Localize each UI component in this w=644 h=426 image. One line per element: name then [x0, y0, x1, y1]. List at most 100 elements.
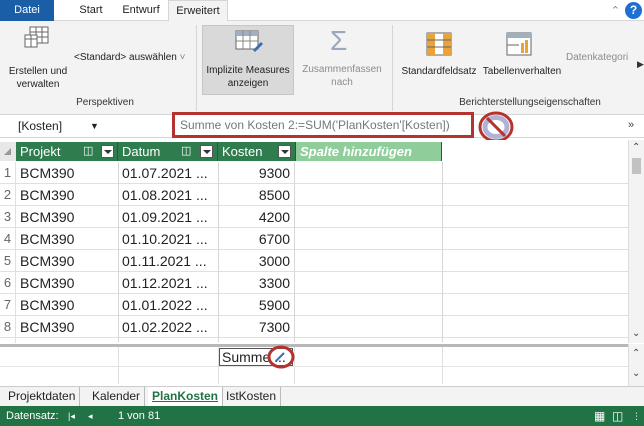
cell-datum[interactable]: 01.02.2022 ...	[118, 316, 218, 338]
summarize-by-label-2: nach	[331, 77, 353, 88]
column-header-kosten[interactable]: Kosten	[218, 142, 296, 161]
scroll-up-icon[interactable]: ⌃	[632, 142, 640, 153]
row-number[interactable]: 7	[0, 294, 16, 316]
cell-projekt[interactable]: BCM390	[16, 250, 118, 272]
cell-empty[interactable]	[294, 250, 628, 272]
row-number[interactable]: 3	[0, 206, 16, 228]
grid-scrollbar[interactable]: ⌃ ⌄	[628, 140, 644, 343]
column-divider	[118, 162, 119, 342]
cell-kosten[interactable]: 7300	[218, 316, 294, 338]
cell-projekt[interactable]: BCM390	[16, 162, 118, 184]
first-record-icon[interactable]: |◂	[68, 406, 75, 426]
name-box-dropdown-icon[interactable]: ▼	[90, 118, 99, 135]
cell-datum[interactable]: 01.01.2022 ...	[118, 294, 218, 316]
ribbon: Erstellen und verwalten <Standard> auswä…	[0, 21, 644, 115]
cell-projekt[interactable]: BCM390	[16, 316, 118, 338]
sheet-tab-istkosten[interactable]: IstKosten	[222, 387, 282, 406]
cell-empty[interactable]	[294, 294, 628, 316]
diagram-view-icon[interactable]: ◫	[612, 406, 623, 426]
cell-empty[interactable]	[294, 184, 628, 206]
cell-empty[interactable]	[294, 206, 628, 228]
cell-projekt[interactable]: BCM390	[16, 272, 118, 294]
tab-file[interactable]: Datei	[0, 0, 54, 21]
ribbon-scroll-right-icon[interactable]: ▶	[637, 59, 644, 70]
column-divider	[442, 347, 443, 384]
formula-input[interactable]: Summe von Kosten 2:=SUM('PlanKosten'[Kos…	[172, 112, 474, 138]
implicit-measures-label-2: anzeigen	[227, 78, 269, 89]
cell-kosten[interactable]: 9300	[218, 162, 294, 184]
implicit-measures-label-1: Implizite Measures	[206, 65, 290, 76]
implicit-measures-icon	[235, 30, 263, 52]
default-field-set-button[interactable]: Standardfeldsatz	[396, 65, 482, 78]
cell-kosten[interactable]: 3300	[218, 272, 294, 294]
cell-datum[interactable]: 01.12.2021 ...	[118, 272, 218, 294]
column-header-datum[interactable]: Datum ◫	[118, 142, 218, 161]
implicit-measures-button[interactable]: Implizite Measures anzeigen	[202, 25, 294, 95]
row-number[interactable]: 5	[0, 250, 16, 272]
row-number[interactable]: 9	[0, 338, 16, 343]
cell-datum[interactable]: 01.03.2022 ...	[118, 338, 218, 343]
cell-projekt[interactable]: BCM390	[16, 184, 118, 206]
cell-projekt[interactable]: BCM390	[16, 338, 118, 343]
grid-view-icon[interactable]: ▦	[594, 406, 605, 426]
cell-empty[interactable]	[294, 228, 628, 250]
column-header-projekt[interactable]: Projekt ◫	[16, 142, 118, 161]
row-number[interactable]: 8	[0, 316, 16, 338]
cell-projekt[interactable]: BCM390	[16, 206, 118, 228]
cell-datum[interactable]: 01.08.2021 ...	[118, 184, 218, 206]
column-header-label: Kosten	[222, 144, 263, 159]
column-divider	[218, 162, 219, 342]
table-behavior-button[interactable]: Tabellenverhalten	[480, 65, 564, 78]
help-icon[interactable]: ?	[625, 2, 642, 19]
cell-kosten[interactable]: 8500	[218, 184, 294, 206]
cell-kosten[interactable]: 6700	[218, 228, 294, 250]
column-divider	[294, 162, 295, 342]
record-position: 1 von 81	[118, 410, 161, 422]
cell-kosten[interactable]: 5900	[218, 294, 294, 316]
scroll-down-icon[interactable]: ⌄	[632, 328, 640, 339]
cell-projekt[interactable]: BCM390	[16, 294, 118, 316]
cell-empty[interactable]	[294, 338, 628, 343]
summarize-by-button[interactable]: Σ Zusammenfassen nach	[300, 25, 384, 95]
add-column-header[interactable]: Spalte hinzufügen	[296, 142, 442, 161]
cell-empty[interactable]	[294, 316, 628, 338]
filter-dropdown-icon[interactable]	[101, 145, 114, 158]
select-all-corner[interactable]	[0, 142, 16, 161]
tab-start[interactable]: Start	[68, 0, 114, 21]
row-number[interactable]: 2	[0, 184, 16, 206]
calc-scrollbar[interactable]: ⌃ ⌄	[628, 344, 644, 386]
collapse-ribbon-icon[interactable]: ⌃	[611, 4, 620, 17]
cell-kosten[interactable]: 3000	[218, 250, 294, 272]
cell-datum[interactable]: 01.11.2021 ...	[118, 250, 218, 272]
row-number[interactable]: 1	[0, 162, 16, 184]
cell-empty[interactable]	[294, 162, 628, 184]
resize-grip-icon[interactable]: ⋮	[632, 406, 641, 426]
tab-design[interactable]: Entwurf	[114, 0, 168, 21]
status-bar: Datensatz: |◂ ◂ 1 von 81 ▦ ◫ ⋮	[0, 406, 644, 426]
expand-formula-icon[interactable]: »	[628, 119, 634, 131]
filter-dropdown-icon[interactable]	[200, 145, 213, 158]
record-label: Datensatz:	[6, 410, 59, 422]
cell-projekt[interactable]: BCM390	[16, 228, 118, 250]
data-category-button[interactable]: Datenkategori	[566, 51, 638, 64]
cell-datum[interactable]: 01.07.2021 ...	[118, 162, 218, 184]
row-number[interactable]: 6	[0, 272, 16, 294]
row-number[interactable]: 4	[0, 228, 16, 250]
cell-empty[interactable]	[294, 272, 628, 294]
name-box[interactable]: [Kosten] ▼	[4, 118, 164, 135]
sheet-tab-plankosten[interactable]: PlanKosten	[148, 387, 224, 406]
cell-kosten[interactable]: 8100	[218, 338, 294, 343]
sheet-tab-kalender[interactable]: Kalender	[88, 387, 146, 406]
tab-advanced[interactable]: Erweitert	[168, 0, 228, 22]
previous-record-icon[interactable]: ◂	[88, 406, 93, 426]
cell-datum[interactable]: 01.10.2021 ...	[118, 228, 218, 250]
sheet-tab-projektdaten[interactable]: Projektdaten	[4, 387, 81, 406]
select-default-dropdown[interactable]: <Standard> auswählen ˅	[74, 51, 192, 64]
scroll-down-icon[interactable]: ⌄	[632, 368, 640, 379]
filter-dropdown-icon[interactable]	[278, 145, 291, 158]
scroll-up-icon[interactable]: ⌃	[632, 348, 640, 359]
scrollbar-thumb[interactable]	[632, 158, 641, 174]
cell-kosten[interactable]: 4200	[218, 206, 294, 228]
create-manage-button[interactable]: Erstellen und verwalten	[2, 65, 74, 91]
cell-datum[interactable]: 01.09.2021 ...	[118, 206, 218, 228]
